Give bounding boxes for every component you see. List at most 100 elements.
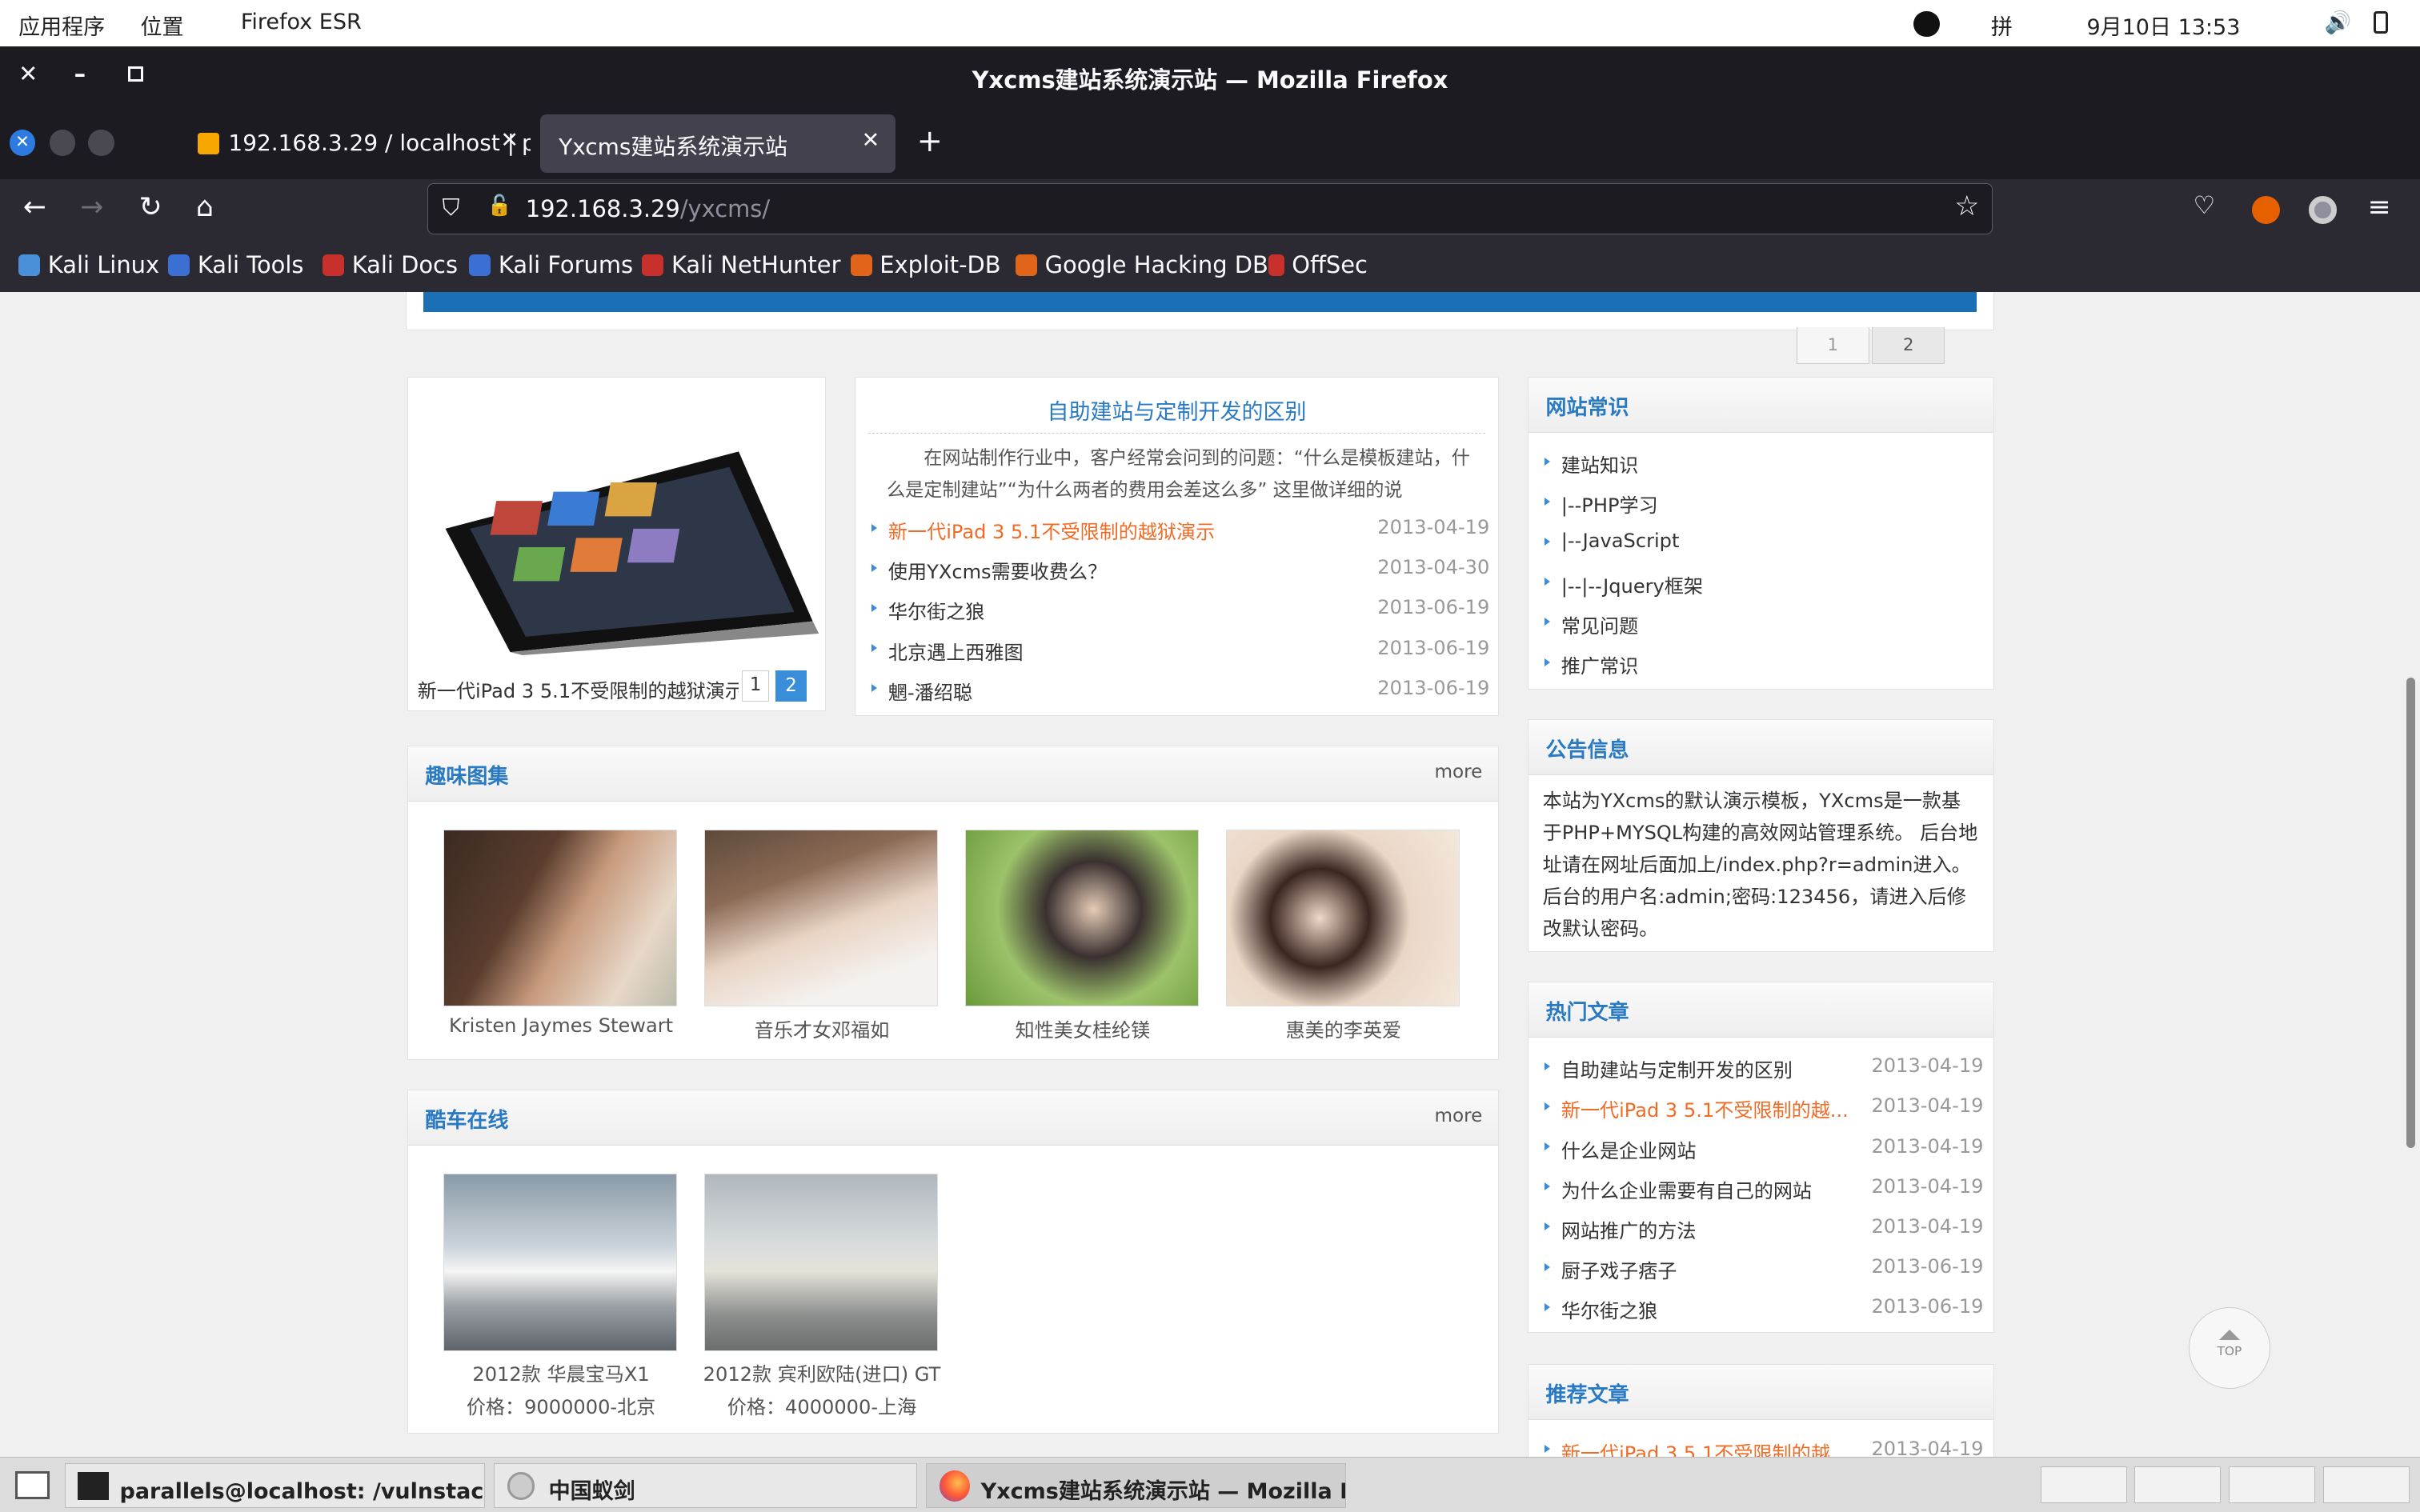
bookmark-exploit-db[interactable]: Exploit-DB (850, 251, 1001, 278)
bookmark-kali-nethunter[interactable]: Kali NetHunter (642, 251, 840, 278)
list-item[interactable]: 新一代iPad 3 5.1不受限制的越... (1544, 1438, 1849, 1457)
volume-icon[interactable]: 🔊 (2324, 10, 2351, 35)
active-app-name[interactable]: Firefox ESR (241, 10, 362, 34)
insecure-lock-icon[interactable]: 🔓 (487, 194, 512, 218)
applications-menu[interactable]: 应用程序 (18, 10, 105, 41)
list-item[interactable]: 什么是企业网站 (1544, 1135, 1696, 1163)
slide-dot-2[interactable]: 2 (775, 670, 807, 702)
tab-phpmyadmin[interactable]: 192.168.3.29 / localhost | p ✕ (179, 114, 531, 173)
list-item[interactable]: 华尔街之狼 (1544, 1295, 1657, 1323)
task-firefox[interactable]: Yxcms建站系统演示站 — Mozilla Fi... (926, 1463, 1346, 1509)
photo-thumbnail[interactable] (704, 829, 938, 1007)
tab-yxcms[interactable]: Yxcms建站系统演示站 ✕ (540, 114, 895, 173)
box-header: 趣味图集 more (408, 746, 1498, 802)
scrollbar-thumb[interactable] (2406, 677, 2416, 1148)
list-item[interactable]: 使用YXcms需要收费么？ (871, 556, 1107, 584)
car-name[interactable]: 2012款 华晨宝马X1 (422, 1358, 699, 1386)
list-item[interactable]: 厨子戏子痞子 (1544, 1255, 1677, 1283)
back-to-top-button[interactable]: TOP (2188, 1306, 2270, 1389)
new-tab-icon[interactable]: + (917, 123, 943, 159)
bookmark-kali-linux[interactable]: Kali Linux (18, 251, 159, 278)
banner-page-2[interactable]: 2 (1872, 326, 1945, 365)
input-method-indicator[interactable]: 拼 (1991, 10, 2013, 41)
pocket-icon[interactable]: ♡ (2194, 191, 2216, 220)
category-item[interactable]: 推广常识 (1544, 650, 1638, 678)
task-terminal[interactable]: parallels@localhost: /vulnstack红... (65, 1463, 485, 1509)
ipad-slide-image[interactable] (415, 439, 819, 655)
list-item[interactable]: 新一代iPad 3 5.1不受限制的越狱演示 (871, 516, 1215, 544)
list-item[interactable]: 华尔街之狼 (871, 596, 984, 624)
shield-icon[interactable]: ⛉ (443, 194, 460, 222)
task-antsword[interactable]: 中国蚁剑 (494, 1463, 917, 1509)
feature-title[interactable]: 自助建站与定制开发的区别 (855, 394, 1497, 426)
app-menu-icon[interactable]: ≡ (2367, 191, 2390, 223)
bookmark-star-icon[interactable]: ☆ (1954, 190, 1979, 222)
photo-thumbnail[interactable] (965, 829, 1199, 1007)
category-item[interactable]: 建站知识 (1544, 450, 1638, 478)
window-titlebar: ✕ – Yxcms建站系统演示站 — Mozilla Firefox (0, 46, 2420, 106)
container-close-icon[interactable]: ✕ (9, 129, 36, 156)
photo-caption[interactable]: Kristen Jaymes Stewart (422, 1014, 699, 1037)
category-item[interactable]: 常见问题 (1544, 610, 1638, 638)
car-thumbnail[interactable] (704, 1173, 938, 1351)
banner-strip (423, 291, 1977, 312)
list-date: 2013-06-19 (1871, 1295, 1984, 1318)
more-link[interactable]: more (1434, 1106, 1482, 1126)
category-item[interactable]: |--JavaScript (1544, 530, 1679, 552)
list-item[interactable]: 自助建站与定制开发的区别 (1544, 1054, 1793, 1082)
notice-text: 本站为YXcms的默认演示模板，YXcms是一款基于PHP+MYSQL构建的高效… (1542, 789, 1978, 941)
category-item[interactable]: |--PHP学习 (1544, 490, 1658, 518)
workspace-4[interactable] (2322, 1466, 2410, 1504)
bookmark-google-hacking-db[interactable]: Google Hacking DB (1016, 251, 1268, 278)
car-thumbnail[interactable] (443, 1173, 677, 1351)
photo-thumbnail[interactable] (443, 829, 677, 1007)
close-tab-icon[interactable]: ✕ (862, 128, 880, 153)
sidebar-notice-box: 公告信息 本站为YXcms的默认演示模板，YXcms是一款基于PHP+MYSQL… (1528, 718, 1994, 952)
list-item[interactable]: 魍-潘绍聪 (871, 677, 972, 705)
list-item[interactable]: 北京遇上西雅图 (871, 637, 1024, 665)
page-scrollbar[interactable] (2401, 291, 2420, 1457)
workspace-3[interactable] (2228, 1466, 2315, 1504)
extension-icon[interactable] (2251, 195, 2280, 224)
places-menu[interactable]: 位置 (141, 10, 184, 41)
back-icon[interactable]: ← (23, 191, 46, 223)
slide-caption[interactable]: 新一代iPad 3 5.1不受限制的越狱演示 (418, 675, 739, 703)
tray-app-icon[interactable] (1913, 10, 1941, 38)
list-date: 2013-04-19 (1871, 1214, 1984, 1238)
photo-caption[interactable]: 知性美女桂纶镁 (944, 1014, 1221, 1042)
slide-dot-1[interactable]: 1 (741, 670, 770, 702)
close-tab-icon[interactable]: ✕ (500, 128, 519, 153)
photo-caption[interactable]: 音乐才女邓福如 (683, 1014, 960, 1042)
car-name[interactable]: 2012款 宾利欧陆(进口) GT (683, 1358, 960, 1386)
home-icon[interactable]: ⌂ (196, 191, 214, 223)
container-max-icon[interactable] (87, 129, 114, 156)
container-min-icon[interactable] (49, 129, 76, 156)
bookmark-kali-docs[interactable]: Kali Docs (323, 251, 458, 278)
photo-caption[interactable]: 惠美的李英爱 (1204, 1014, 1482, 1042)
bookmark-offsec[interactable]: OffSec (1268, 251, 1368, 278)
bookmark-kali-forums[interactable]: Kali Forums (469, 251, 633, 278)
url-text[interactable]: 192.168.3.29/yxcms/ (526, 195, 770, 222)
workspace-1[interactable] (2040, 1466, 2127, 1504)
show-desktop-icon[interactable] (15, 1470, 50, 1499)
list-item[interactable]: 网站推广的方法 (1544, 1215, 1696, 1243)
reload-icon[interactable]: ↻ (139, 191, 162, 223)
clock[interactable]: 9月10日 13:53 (2086, 10, 2240, 41)
category-item[interactable]: |--|--Jquery框架 (1544, 570, 1703, 598)
account-icon[interactable] (2309, 195, 2337, 224)
photo-thumbnail[interactable] (1226, 829, 1460, 1007)
address-bar[interactable]: ⛉ 🔓 192.168.3.29/yxcms/ ☆ (427, 183, 1993, 235)
list-date: 2013-04-19 (1871, 1174, 1984, 1198)
forward-icon[interactable]: → (80, 191, 103, 223)
list-item[interactable]: 为什么企业需要有自己的网站 (1544, 1175, 1812, 1203)
bookmark-kali-tools[interactable]: Kali Tools (168, 251, 303, 278)
battery-icon[interactable] (2374, 10, 2388, 34)
list-item[interactable]: 新一代iPad 3 5.1不受限制的越... (1544, 1094, 1849, 1122)
window-title: Yxcms建站系统演示站 — Mozilla Firefox (972, 66, 1448, 94)
web-page: 1 2 新一代iPad 3 5.1不受限制的越狱演示 1 2 自助建站与定制开发… (0, 291, 2420, 1457)
more-link[interactable]: more (1434, 762, 1482, 782)
banner-page-1[interactable]: 1 (1796, 326, 1869, 365)
box-header: 酷车在线 more (408, 1090, 1498, 1146)
workspace-2[interactable] (2134, 1466, 2222, 1504)
box-title: 酷车在线 (425, 1108, 509, 1133)
